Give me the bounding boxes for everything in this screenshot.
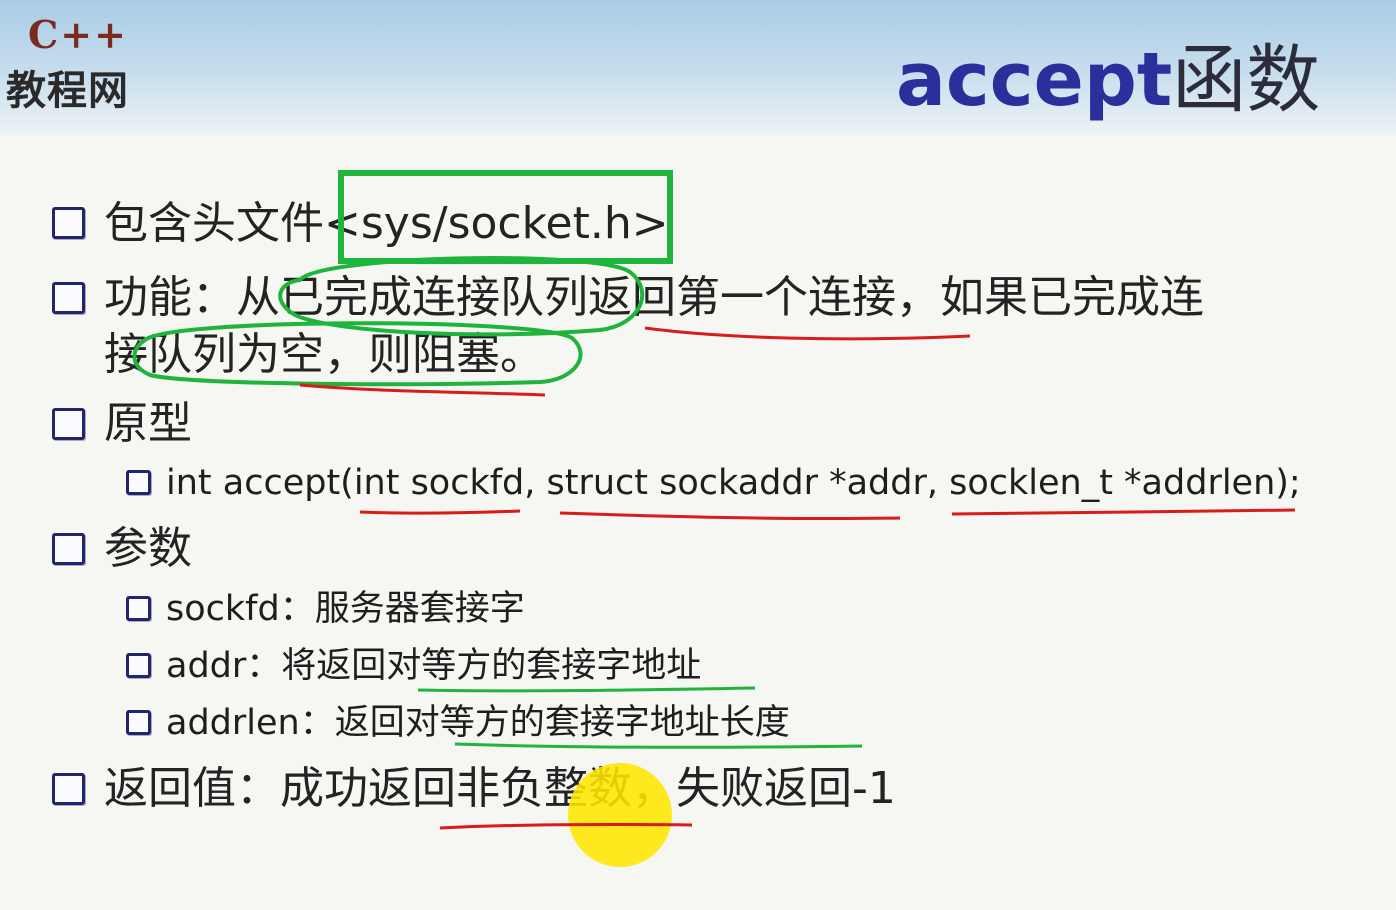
slide-title: accept函数: [896, 30, 1320, 130]
bullet-box-icon: [52, 282, 85, 314]
bullet-return-value-text: 返回值：成功返回非负整数，失败返回-1: [104, 763, 896, 814]
site-logo: C++ 教程网: [6, 10, 156, 114]
bullet-header-file-text: 包含头文件<sys/socket.h>: [104, 198, 669, 249]
logo-cpp-text: C++: [28, 12, 128, 57]
prototype-code-text: int accept(int sockfd, struct sockaddr *…: [166, 463, 1301, 503]
slide-title-en: accept: [896, 37, 1173, 123]
sub-bullet-box-icon: [126, 710, 151, 735]
param-sockfd-text: sockfd：服务器套接字: [166, 589, 525, 629]
slide-header: C++ 教程网 accept函数: [0, 0, 1396, 135]
bullet-function-line1: 功能：从已完成连接队列返回第一个连接，如果已完成连: [104, 272, 1204, 323]
bullet-box-icon: [52, 207, 85, 239]
bullet-params-text: 参数: [104, 523, 192, 574]
logo-site-name: 教程网: [6, 68, 129, 114]
red-underline-empty-queue: [299, 383, 546, 397]
bullet-function-line2: 接队列为空，则阻塞。: [104, 329, 544, 380]
red-underline-sockaddr: [559, 511, 901, 521]
red-underline-return-value: [439, 822, 693, 830]
sub-bullet-box-icon: [126, 596, 151, 621]
sub-bullet-box-icon: [126, 470, 151, 495]
red-underline-return-first: [644, 326, 971, 341]
bullet-box-icon: [52, 533, 85, 565]
sub-bullet-box-icon: [126, 653, 151, 678]
bullet-prototype-text: 原型: [104, 398, 192, 449]
param-addr-text: addr：将返回对等方的套接字地址: [166, 646, 702, 686]
red-underline-sockfd: [359, 509, 521, 515]
bullet-box-icon: [52, 408, 85, 440]
param-addrlen-text: addrlen：返回对等方的套接字地址长度: [166, 703, 790, 743]
bullet-box-icon: [52, 773, 85, 805]
slide-title-cn: 函数: [1172, 37, 1321, 123]
red-underline-addrlen: [951, 508, 1296, 516]
